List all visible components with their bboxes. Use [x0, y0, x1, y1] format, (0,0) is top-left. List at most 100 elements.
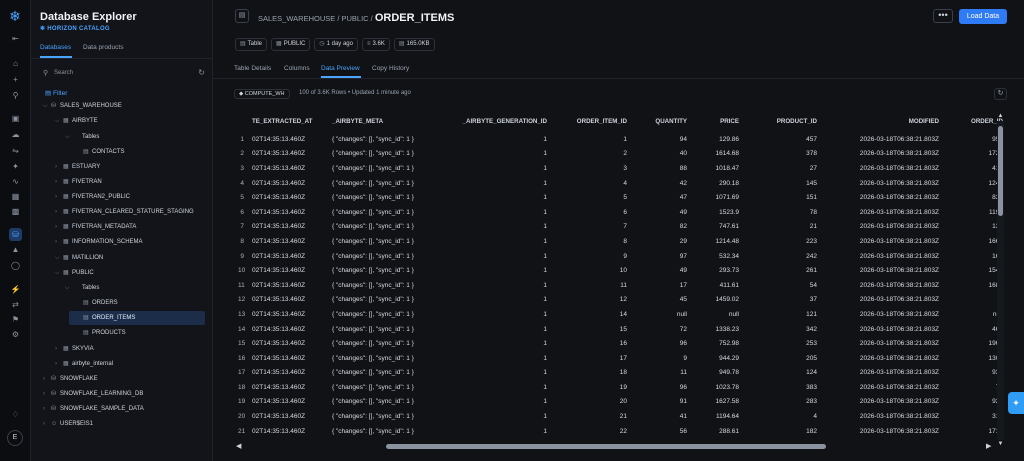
column-header[interactable]: _AIRBYTE_META: [328, 111, 448, 132]
table-cell[interactable]: 97: [631, 249, 691, 264]
scroll-down-arrow-icon[interactable]: ▼: [997, 441, 1004, 447]
tab-table-details[interactable]: Table Details: [234, 65, 271, 72]
chevron-right-icon[interactable]: ›: [55, 342, 63, 356]
tree-item[interactable]: ▤ ORDER_ITEMS: [69, 311, 205, 325]
table-cell[interactable]: 1614.68: [691, 147, 743, 162]
table-cell[interactable]: 1: [448, 307, 551, 322]
table-cell[interactable]: 378: [743, 147, 821, 162]
table-cell[interactable]: 78: [743, 205, 821, 220]
table-cell[interactable]: 02T14:35:13.460Z: [248, 424, 328, 439]
table-cell[interactable]: { "changes": [], "sync_id": 1 }: [328, 307, 448, 322]
table-cell[interactable]: 17: [551, 351, 631, 366]
filter-button[interactable]: ▤ Filter: [45, 89, 67, 97]
chevron-right-icon[interactable]: ›: [55, 220, 63, 234]
table-cell[interactable]: null: [691, 307, 743, 322]
tree-item[interactable]: › ▦ SKYVIA: [55, 342, 94, 356]
tree-item[interactable]: › ▦ ESTUARY: [55, 160, 100, 174]
snowflake-logo-icon[interactable]: ❄: [8, 9, 22, 23]
table-cell[interactable]: 223: [743, 234, 821, 249]
table-cell[interactable]: 88: [631, 161, 691, 176]
user-avatar[interactable]: E: [7, 430, 23, 446]
table-cell[interactable]: 2026-03-18T06:38:21.803Z: [821, 322, 943, 337]
table-cell[interactable]: 37: [743, 293, 821, 308]
table-row[interactable]: 20 02T14:35:13.460Z{ "changes": [], "sync…: [234, 409, 1007, 424]
transform-icon[interactable]: ⇋: [9, 144, 22, 157]
horizontal-scrollbar[interactable]: [234, 443, 997, 450]
table-row[interactable]: 12 02T14:35:13.460Z{ "changes": [], "sync…: [234, 293, 1007, 308]
table-row[interactable]: 13 02T14:35:13.460Z{ "changes": [], "sync…: [234, 307, 1007, 322]
tree-item[interactable]: ⌵ Tables: [65, 130, 99, 144]
table-cell[interactable]: 2026-03-18T06:38:21.803Z: [821, 278, 943, 293]
table-cell[interactable]: { "changes": [], "sync_id": 1 }: [328, 424, 448, 439]
table-cell[interactable]: 02T14:35:13.460Z: [248, 249, 328, 264]
table-cell[interactable]: 02T14:35:13.460Z: [248, 278, 328, 293]
scroll-right-arrow-icon[interactable]: ▶: [986, 442, 991, 450]
table-cell[interactable]: 121: [743, 307, 821, 322]
table-cell[interactable]: 2026-03-18T06:38:21.803Z: [821, 351, 943, 366]
table-cell[interactable]: 411.61: [691, 278, 743, 293]
table-cell[interactable]: 2026-03-18T06:38:21.803Z: [821, 366, 943, 381]
table-cell[interactable]: 02T14:35:13.460Z: [248, 409, 328, 424]
monitoring-icon[interactable]: ∿: [9, 175, 22, 188]
table-cell[interactable]: 18: [551, 366, 631, 381]
table-cell[interactable]: { "changes": [], "sync_id": 1 }: [328, 351, 448, 366]
table-cell[interactable]: 8: [551, 234, 631, 249]
table-cell[interactable]: 1: [448, 366, 551, 381]
tree-item[interactable]: › ☺ USER$EIS1: [43, 417, 93, 431]
tree-item[interactable]: › ▦ FIVETRAN2_PUBLIC: [55, 190, 130, 204]
governance-icon[interactable]: ▲: [9, 243, 22, 256]
table-cell[interactable]: 02T14:35:13.460Z: [248, 234, 328, 249]
table-cell[interactable]: 2026-03-18T06:38:21.803Z: [821, 190, 943, 205]
table-cell[interactable]: { "changes": [], "sync_id": 1 }: [328, 249, 448, 264]
table-row[interactable]: 8 02T14:35:13.460Z{ "changes": [], "sync_…: [234, 234, 1007, 249]
tree-item[interactable]: ▤ PRODUCTS: [75, 326, 126, 340]
search-input[interactable]: Search: [54, 70, 73, 76]
chevron-down-icon[interactable]: ⌵: [55, 266, 63, 280]
settings-icon[interactable]: ⚙: [9, 328, 22, 341]
table-cell[interactable]: { "changes": [], "sync_id": 1 }: [328, 176, 448, 191]
table-cell[interactable]: 752.98: [691, 336, 743, 351]
chevron-right-icon[interactable]: ›: [43, 402, 51, 416]
table-cell[interactable]: 2: [551, 147, 631, 162]
chevron-right-icon[interactable]: ›: [55, 175, 63, 189]
table-cell[interactable]: 11: [631, 366, 691, 381]
tab-databases[interactable]: Databases: [40, 44, 71, 51]
table-cell[interactable]: 2026-03-18T06:38:21.803Z: [821, 176, 943, 191]
tree-item[interactable]: › ▦ FIVETRAN_CLEARED_STATURE_STAGING: [55, 205, 194, 219]
table-cell[interactable]: 1: [448, 263, 551, 278]
table-cell[interactable]: null: [631, 307, 691, 322]
table-cell[interactable]: { "changes": [], "sync_id": 1 }: [328, 234, 448, 249]
table-cell[interactable]: 1: [448, 220, 551, 235]
table-cell[interactable]: 290.18: [691, 176, 743, 191]
table-cell[interactable]: 1627.58: [691, 395, 743, 410]
table-cell[interactable]: 253: [743, 336, 821, 351]
assistant-sparkle-button[interactable]: ✦: [1008, 392, 1024, 414]
table-cell[interactable]: 82: [631, 220, 691, 235]
table-row[interactable]: 17 02T14:35:13.460Z{ "changes": [], "sync…: [234, 366, 1007, 381]
table-cell[interactable]: 1: [448, 336, 551, 351]
table-cell[interactable]: 205: [743, 351, 821, 366]
table-cell[interactable]: 1: [448, 424, 551, 439]
chevron-down-icon[interactable]: ⌵: [55, 251, 63, 265]
table-cell[interactable]: 242: [743, 249, 821, 264]
chevron-right-icon[interactable]: ›: [43, 417, 51, 431]
table-row[interactable]: 4 02T14:35:13.460Z{ "changes": [], "sync_…: [234, 176, 1007, 191]
table-cell[interactable]: 21: [743, 220, 821, 235]
table-cell[interactable]: 49: [631, 263, 691, 278]
search-icon[interactable]: ⚲: [9, 89, 22, 102]
table-cell[interactable]: 02T14:35:13.460Z: [248, 220, 328, 235]
table-cell[interactable]: 02T14:35:13.460Z: [248, 176, 328, 191]
shield-icon[interactable]: ◯: [9, 259, 22, 272]
table-cell[interactable]: 283: [743, 395, 821, 410]
table-cell[interactable]: { "changes": [], "sync_id": 1 }: [328, 336, 448, 351]
table-cell[interactable]: 11: [551, 278, 631, 293]
ai-ml-icon[interactable]: ✦: [9, 160, 22, 173]
table-cell[interactable]: 02T14:35:13.460Z: [248, 380, 328, 395]
more-options-button[interactable]: •••: [933, 9, 953, 23]
table-row[interactable]: 19 02T14:35:13.460Z{ "changes": [], "sync…: [234, 395, 1007, 410]
tree-item[interactable]: › ▦ airbyte_internal: [55, 357, 113, 371]
table-cell[interactable]: 54: [743, 278, 821, 293]
table-cell[interactable]: 2026-03-18T06:38:21.803Z: [821, 307, 943, 322]
projects-icon[interactable]: ▣: [9, 112, 22, 125]
data-sharing-icon[interactable]: ⇄: [9, 298, 22, 311]
